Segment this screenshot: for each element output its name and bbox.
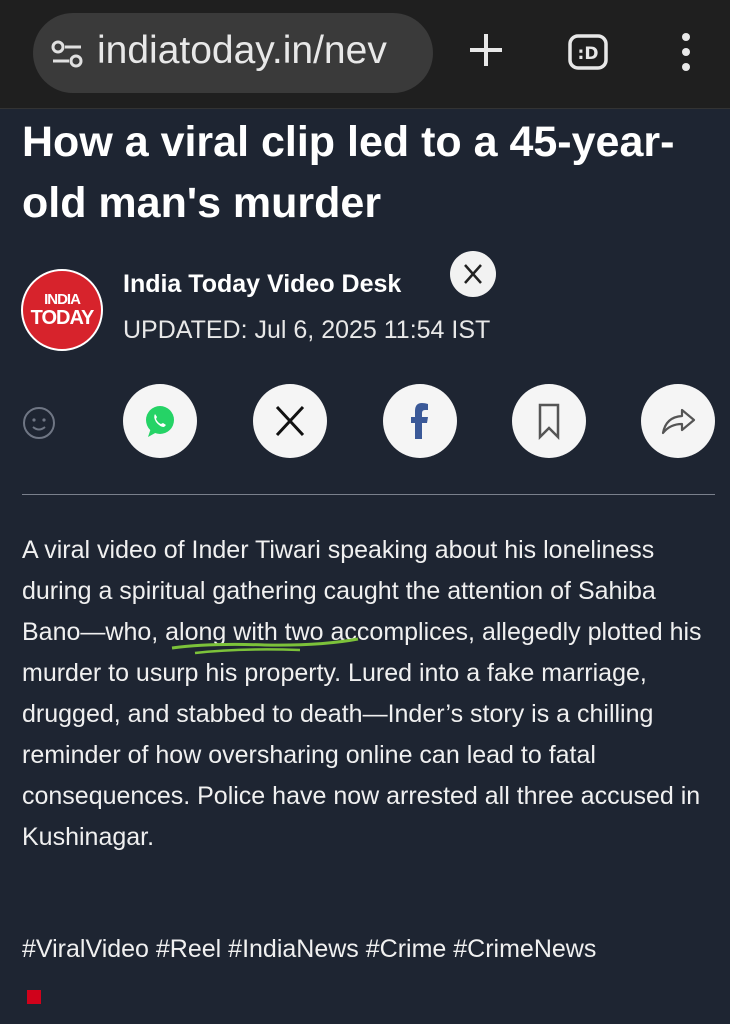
body-text-2: —who, along with two accomplices, allege… <box>22 618 702 851</box>
author-x-link[interactable] <box>450 251 496 297</box>
logo-line1: INDIA <box>44 291 81 308</box>
red-square-marker <box>27 990 41 1004</box>
site-settings-icon[interactable] <box>51 39 83 69</box>
address-bar[interactable]: indiatoday.in/nev <box>33 13 433 93</box>
share-button[interactable] <box>641 384 715 458</box>
share-whatsapp-button[interactable] <box>123 384 197 458</box>
india-today-logo[interactable]: INDIA TODAY <box>21 269 103 351</box>
x-icon <box>275 405 305 437</box>
bookmark-button[interactable] <box>512 384 586 458</box>
article: How a viral clip led to a 45-year-old ma… <box>0 108 730 1024</box>
whatsapp-icon <box>146 406 174 437</box>
article-body: A viral video of Inder Tiwari speaking a… <box>22 530 717 858</box>
article-headline: How a viral clip led to a 45-year-old ma… <box>22 118 675 227</box>
kebab-menu-icon[interactable] <box>676 32 696 72</box>
author-name[interactable]: India Today Video Desk <box>123 270 401 299</box>
bookmark-icon <box>538 403 560 441</box>
tab-switcher-icon[interactable]: :D <box>568 34 608 70</box>
logo-line2: TODAY <box>30 307 95 329</box>
hashtags[interactable]: #ViralVideo #Reel #IndiaNews #Crime #Cri… <box>22 935 596 964</box>
url-text[interactable]: indiatoday.in/nev <box>97 29 387 73</box>
share-facebook-button[interactable] <box>383 384 457 458</box>
body-text-1: A viral video of Inder Tiwari speaking a… <box>22 536 655 605</box>
browser-toolbar: indiatoday.in/nev :D <box>0 0 730 109</box>
divider <box>22 494 715 495</box>
green-underline-annotation <box>171 637 359 655</box>
share-icon <box>661 408 696 435</box>
plus-icon[interactable] <box>466 30 506 70</box>
updated-timestamp: UPDATED: Jul 6, 2025 11:54 IST <box>123 316 491 344</box>
reaction-icon[interactable] <box>22 406 56 440</box>
tab-count: :D <box>578 44 599 64</box>
share-x-button[interactable] <box>253 384 327 458</box>
x-icon <box>464 264 482 284</box>
facebook-icon <box>411 403 428 439</box>
